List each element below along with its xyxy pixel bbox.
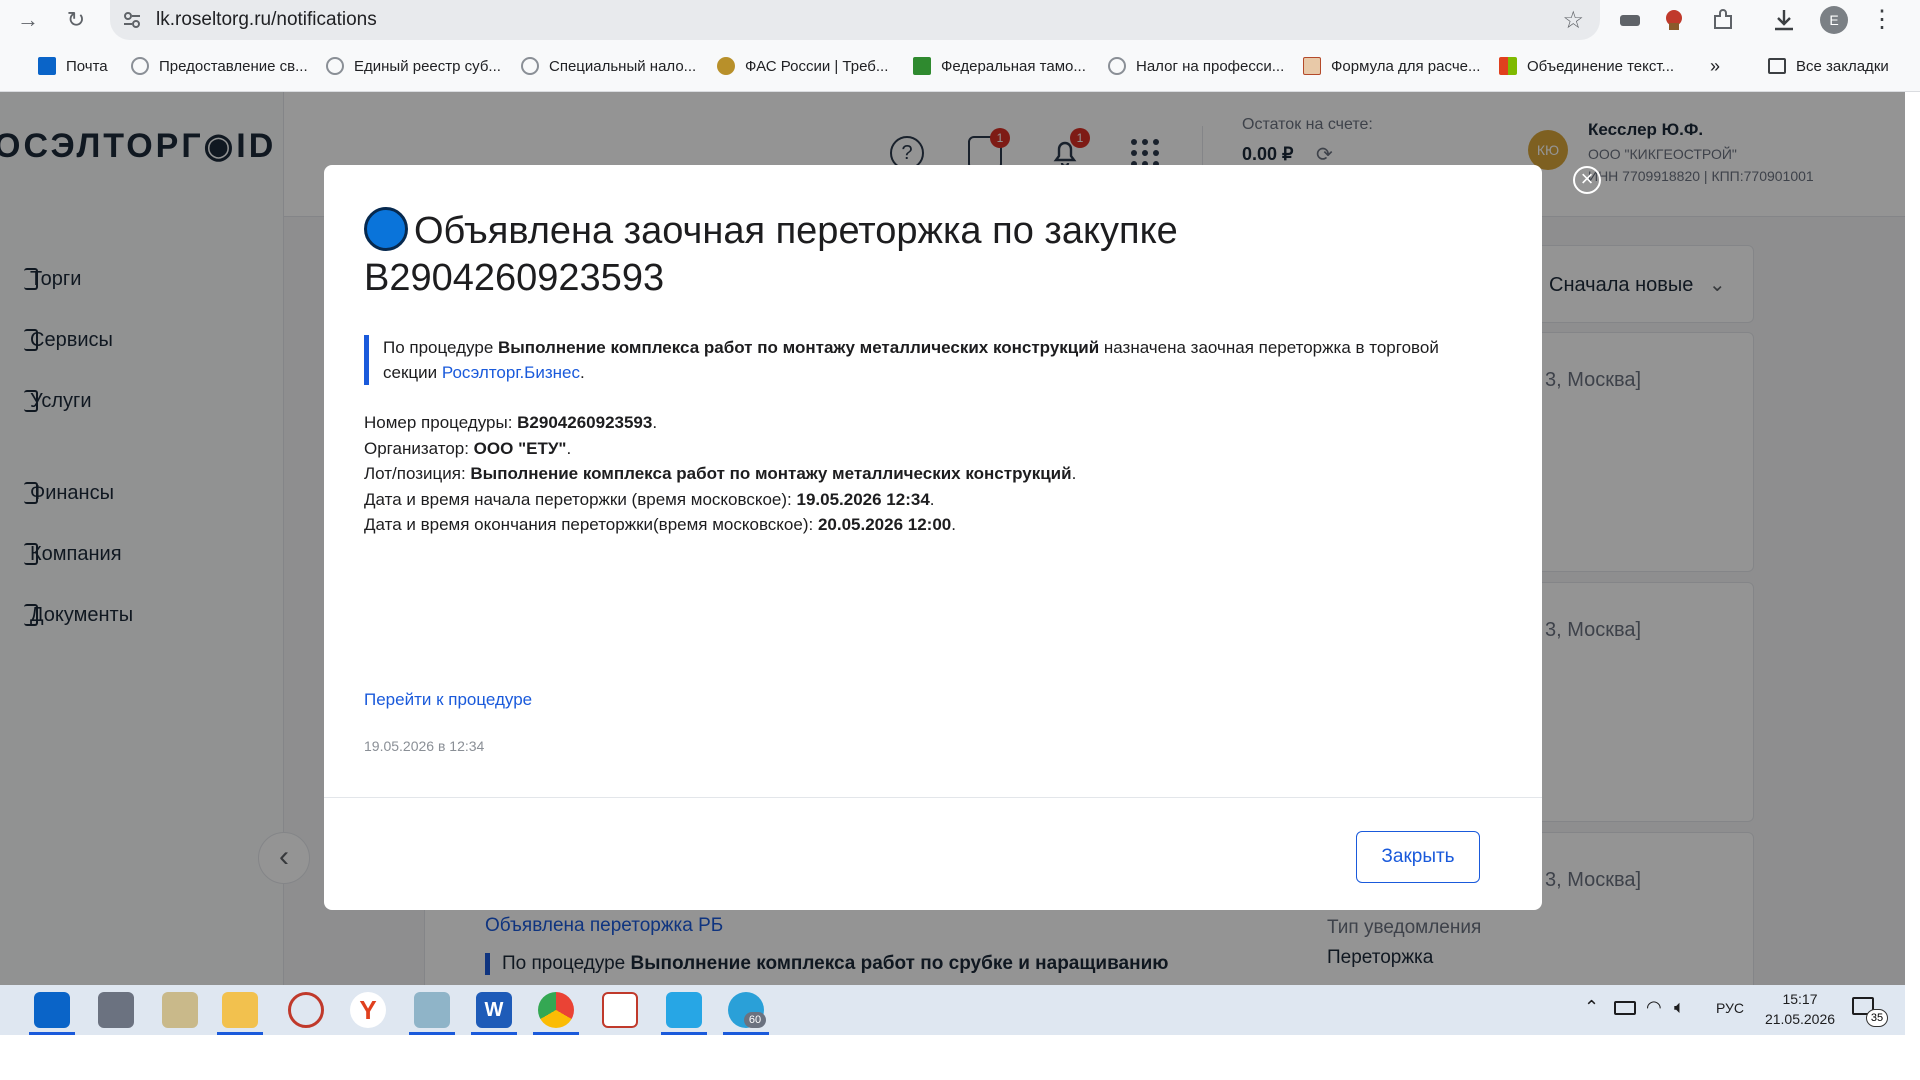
browser-toolbar: → ↻ lk.roseltorg.ru/notifications ☆ E ⋮ bbox=[0, 0, 1920, 40]
volume-icon[interactable]: 🔈︎ bbox=[1674, 997, 1685, 1018]
detail-row-organizer: Организатор: ООО "ЕТУ". bbox=[364, 438, 572, 458]
close-icon[interactable]: × bbox=[1573, 166, 1601, 194]
detail-row-number: Номер процедуры: B2904260923593. bbox=[364, 413, 658, 432]
outlook-icon[interactable] bbox=[34, 992, 70, 1028]
unread-dot-icon bbox=[364, 207, 408, 251]
bookmarks-bar: Почта Предоставление св... Единый реестр… bbox=[0, 40, 1920, 92]
site-favicon-icon bbox=[521, 57, 539, 75]
tray-expand-icon[interactable]: ⌃ bbox=[1584, 997, 1599, 1018]
go-to-procedure-link[interactable]: Перейти к процедуре bbox=[364, 690, 532, 710]
address-bar[interactable]: lk.roseltorg.ru/notifications ☆ bbox=[110, 0, 1600, 40]
page-scrollbar[interactable] bbox=[1905, 92, 1920, 985]
forward-icon[interactable]: → bbox=[12, 4, 44, 36]
clock-date: 21.05.2026 bbox=[1764, 1011, 1836, 1027]
bookmark-star-icon[interactable]: ☆ bbox=[1562, 6, 1584, 35]
wifi-icon[interactable]: ◠ bbox=[1646, 997, 1662, 1018]
detail-row-lot: Лот/позиция: Выполнение комплекса работ … bbox=[364, 464, 1077, 483]
app-icon[interactable] bbox=[414, 992, 450, 1028]
profile-avatar[interactable]: E bbox=[1820, 6, 1848, 34]
snipping-tool-icon[interactable] bbox=[288, 992, 324, 1028]
reload-icon[interactable]: ↻ bbox=[60, 4, 92, 36]
bookmark-item[interactable]: Налог на професси... bbox=[1108, 54, 1284, 78]
procedure-details: Номер процедуры: B2904260923593. Организ… bbox=[364, 410, 1494, 538]
yandex-browser-icon[interactable]: Y bbox=[350, 992, 386, 1028]
url-text[interactable]: lk.roseltorg.ru/notifications bbox=[156, 9, 377, 31]
bookmark-item[interactable]: Объединение текст... bbox=[1499, 54, 1674, 78]
close-button[interactable]: Закрыть bbox=[1356, 831, 1480, 883]
mail-icon bbox=[38, 57, 56, 75]
bookmark-item[interactable]: Специальный нало... bbox=[521, 54, 696, 78]
trading-section-link[interactable]: Росэлторг.Бизнес bbox=[442, 363, 580, 382]
calculator-icon[interactable] bbox=[98, 992, 134, 1028]
bookmark-item[interactable]: Федеральная тамо... bbox=[913, 54, 1086, 78]
bookmark-item[interactable]: Предоставление св... bbox=[131, 54, 308, 78]
bookmark-item[interactable]: Формула для расче... bbox=[1303, 54, 1480, 78]
clock-time: 15:17 bbox=[1782, 991, 1818, 1007]
pdf-reader-icon[interactable] bbox=[602, 992, 638, 1028]
site-settings-icon[interactable] bbox=[122, 10, 142, 30]
modal-title: Объявлена заочная переторжка по закупке … bbox=[364, 207, 1484, 302]
battery-icon[interactable] bbox=[1614, 1001, 1636, 1015]
site-favicon-icon bbox=[131, 57, 149, 75]
bookmark-item[interactable]: Единый реестр суб... bbox=[326, 54, 501, 78]
extensions-puzzle-icon[interactable] bbox=[1709, 6, 1737, 34]
modal-divider bbox=[324, 797, 1542, 798]
extension-icon[interactable] bbox=[1660, 6, 1688, 34]
bookmark-item[interactable]: Почта bbox=[38, 54, 108, 78]
app-icon[interactable] bbox=[666, 992, 702, 1028]
notification-modal: Объявлена заочная переторжка по закупке … bbox=[324, 165, 1542, 910]
file-explorer-icon[interactable] bbox=[222, 992, 258, 1028]
site-favicon-icon bbox=[326, 57, 344, 75]
screen-bottom-area bbox=[0, 1035, 1920, 1080]
emblem-icon bbox=[913, 57, 931, 75]
detail-row-end: Дата и время окончания переторжки(время … bbox=[364, 515, 956, 534]
extension-icon[interactable] bbox=[1616, 6, 1644, 34]
site-favicon-icon bbox=[1499, 57, 1517, 75]
site-favicon-icon bbox=[1303, 57, 1321, 75]
bookmark-item[interactable]: ФАС России | Треб... bbox=[717, 54, 888, 78]
folder-icon bbox=[1768, 58, 1786, 74]
notification-lead: По процедуре Выполнение комплекса работ … bbox=[364, 335, 1494, 385]
site-favicon-icon bbox=[1108, 57, 1126, 75]
detail-row-start: Дата и время начала переторжки (время мо… bbox=[364, 489, 935, 509]
all-bookmarks-button[interactable]: Все закладки bbox=[1768, 54, 1889, 78]
notification-timestamp: 19.05.2026 в 12:34 bbox=[364, 738, 485, 754]
chrome-icon[interactable] bbox=[538, 992, 574, 1028]
download-icon[interactable] bbox=[1770, 6, 1798, 34]
more-bookmarks-chevron-icon[interactable]: » bbox=[1710, 54, 1720, 78]
windows-taskbar: Y W 60 ⌃ ◠ 🔈︎ РУС 15:17 21.05.2026 35 bbox=[0, 985, 1905, 1035]
notifications-count-badge: 35 bbox=[1866, 1009, 1888, 1027]
word-icon[interactable]: W bbox=[476, 992, 512, 1028]
emblem-icon bbox=[717, 57, 735, 75]
browser-menu-icon[interactable]: ⋮ bbox=[1868, 6, 1896, 34]
paint-icon[interactable] bbox=[162, 992, 198, 1028]
language-indicator[interactable]: РУС bbox=[1716, 1000, 1744, 1016]
telegram-badge: 60 bbox=[744, 1012, 766, 1028]
clock[interactable]: 15:17 21.05.2026 bbox=[1760, 989, 1840, 1029]
